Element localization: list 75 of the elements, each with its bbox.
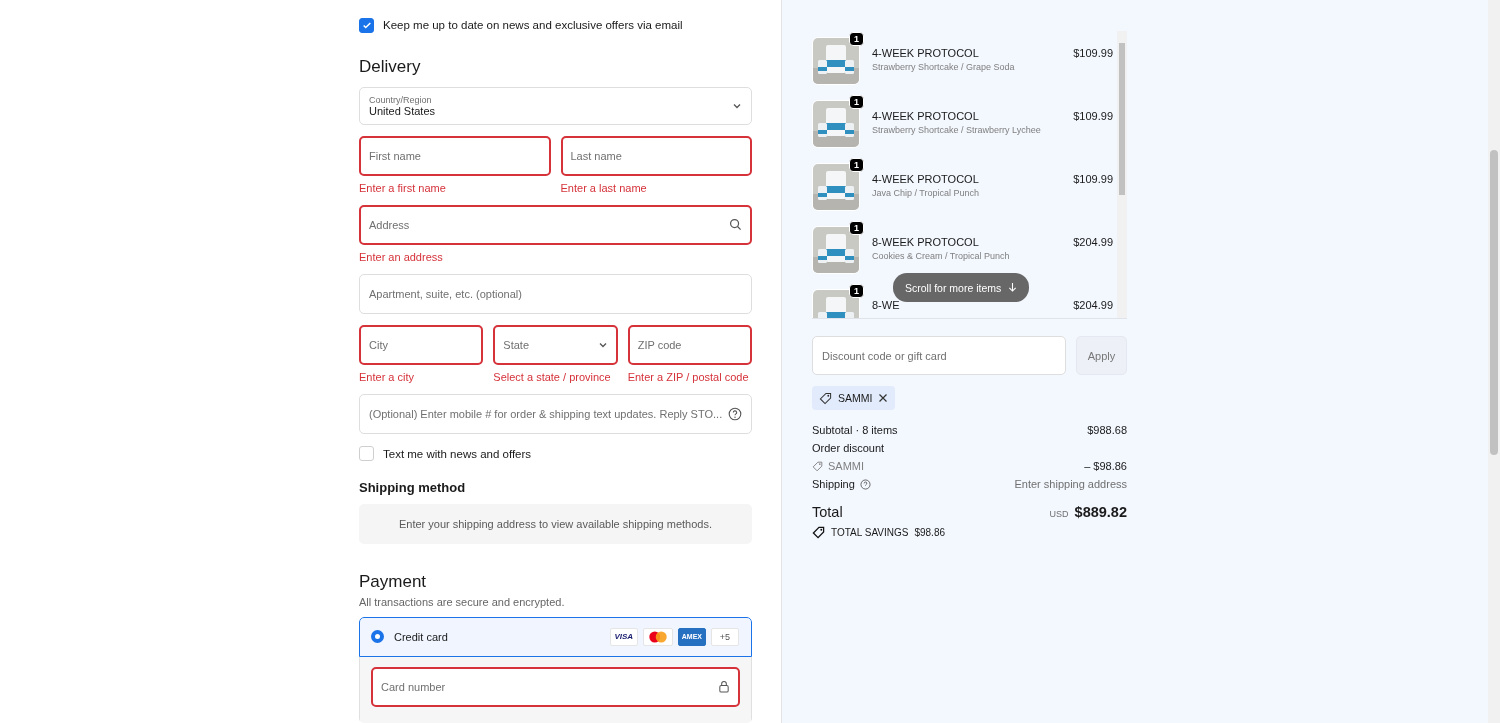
error-message: Enter a city — [359, 370, 416, 383]
scrollbar[interactable] — [1488, 0, 1500, 723]
section-heading: Shipping method — [359, 479, 467, 495]
help-icon — [728, 406, 742, 421]
shipping-notice: Enter your shipping address to view available shipping methods. — [359, 503, 752, 544]
product-price: $109.99 — [1073, 109, 1113, 122]
product-variant: Strawberry Shortcake / Grape Soda — [872, 62, 1016, 72]
summary-label: Subtotal · 8 items — [812, 424, 898, 436]
checkbox-label: Text me with news and offers — [383, 447, 532, 460]
section-heading: Delivery — [359, 57, 422, 78]
discount-tag: SAMMI — [812, 386, 896, 410]
input-field[interactable]: (Optional) Enter mobile # for order & shipping text updates. Reply STO... — [359, 393, 752, 434]
search-icon — [729, 218, 742, 232]
section-heading: Payment — [359, 571, 428, 592]
product-variant: Java Chip / Tropical Punch — [872, 188, 981, 198]
quantity-badge: 1 — [849, 32, 864, 46]
total-amount: $889.82 — [1074, 504, 1127, 520]
country-select[interactable]: Country/Region United States — [359, 87, 752, 125]
error-message: Enter an address — [359, 250, 444, 263]
error-message: Enter a ZIP / postal code — [627, 370, 750, 383]
summary-label: Order discount — [812, 442, 885, 454]
input-field[interactable]: City — [359, 324, 484, 365]
visa-logo: VISA — [609, 627, 638, 646]
input-field[interactable]: Apartment, suite, etc. (optional) — [359, 273, 752, 314]
summary-value: – $98.86 — [1084, 460, 1127, 472]
product-variant: Strawberry Shortcake / Strawberry Lychee — [872, 125, 1042, 135]
product-name: 8-WE — [872, 299, 901, 311]
summary-value: $988.68 — [1087, 424, 1127, 436]
product-price: $204.99 — [1073, 298, 1113, 311]
discount-code: SAMMI — [828, 460, 865, 472]
error-message: Enter a first name — [359, 181, 447, 194]
lock-icon — [718, 680, 730, 694]
scrollbar[interactable] — [1117, 31, 1127, 318]
currency-code: USD — [1049, 509, 1069, 519]
mastercard-logo — [642, 627, 673, 646]
check-icon — [361, 20, 372, 31]
input-field[interactable]: ZIP code — [627, 324, 752, 365]
quantity-badge: 1 — [849, 221, 864, 235]
product-name: 8-WEEK PROTOCOL — [872, 236, 980, 248]
arrow-down-icon — [1008, 282, 1018, 293]
input-field[interactable]: Last name — [560, 135, 752, 176]
total-label: Total — [812, 504, 843, 520]
input-field[interactable]: Address — [359, 204, 752, 245]
radio-button[interactable] — [371, 630, 384, 644]
tag-icon — [812, 460, 823, 472]
product-price: $204.99 — [1073, 235, 1113, 248]
product-name: 4-WEEK PROTOCOL — [872, 110, 980, 122]
quantity-badge: 1 — [849, 95, 864, 109]
close-icon[interactable] — [878, 393, 889, 403]
input-field[interactable]: Card number — [371, 666, 740, 707]
product-variant: Cookies & Cream / Tropical Punch — [872, 251, 1011, 261]
quantity-badge: 1 — [849, 158, 864, 172]
more-cards-badge: +5 — [711, 627, 739, 646]
state-select[interactable]: State — [493, 324, 618, 365]
section-subtitle: All transactions are secure and encrypted. — [359, 595, 566, 608]
tag-icon — [812, 526, 825, 539]
product-price: $109.99 — [1073, 172, 1113, 185]
summary-label: Shipping — [812, 478, 855, 490]
checkbox[interactable] — [359, 17, 374, 33]
discount-field[interactable]: Discount code or gift card — [812, 336, 1066, 375]
product-name: 4-WEEK PROTOCOL — [872, 173, 980, 185]
error-message: Select a state / province — [493, 370, 612, 383]
scroll-hint[interactable]: Scroll for more items — [893, 273, 1030, 302]
savings-value: $98.86 — [914, 527, 946, 538]
savings-label: TOTAL SAVINGS — [831, 527, 909, 538]
input-field[interactable]: First name — [359, 135, 551, 176]
error-message: Enter a last name — [560, 181, 648, 194]
apply-button[interactable]: Apply — [1076, 336, 1127, 375]
tag-icon — [819, 391, 832, 405]
quantity-badge: 1 — [849, 284, 864, 298]
summary-value: Enter shipping address — [1014, 478, 1127, 490]
product-price: $109.99 — [1073, 46, 1113, 59]
product-name: 4-WEEK PROTOCOL — [872, 47, 980, 59]
checkbox-label: Keep me up to date on news and exclusive offers via email — [383, 19, 683, 32]
help-icon[interactable] — [859, 478, 871, 490]
